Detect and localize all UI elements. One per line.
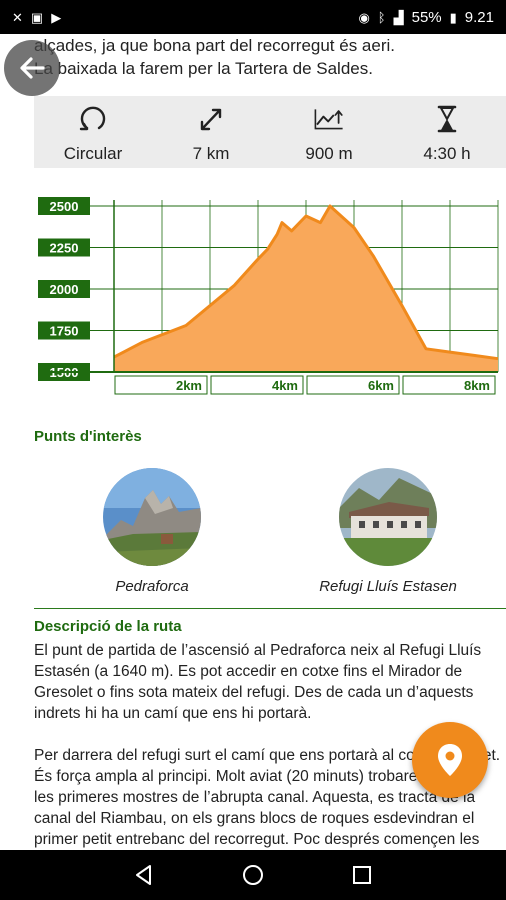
map-location-fab[interactable] — [412, 722, 488, 798]
x-tick-label: 2km — [176, 378, 202, 393]
location-pin-icon — [438, 744, 462, 776]
mountain-photo-icon — [103, 468, 201, 566]
route-stats: Circular 7 km 900 m 4:30 h — [34, 96, 506, 168]
poi-card-pedraforca[interactable]: Pedraforca — [62, 468, 242, 595]
signal-icon: ▟ — [393, 9, 404, 25]
status-left: ✕ ▣ ▶ — [12, 11, 61, 24]
stat-label: 900 m — [305, 144, 353, 163]
x-tick-label: 4km — [272, 378, 298, 393]
refuge-photo-icon — [339, 468, 437, 566]
back-button[interactable] — [4, 40, 60, 96]
stat-type: Circular — [34, 96, 152, 168]
x-tick-label: 8km — [464, 378, 490, 393]
stat-duration: 4:30 h — [388, 96, 506, 168]
y-tick-label: 2250 — [50, 241, 79, 256]
gallery-icon: ▣ — [30, 9, 44, 25]
y-tick-label: 2000 — [50, 282, 79, 297]
system-nav-bar — [0, 850, 506, 900]
stat-distance: 7 km — [152, 96, 270, 168]
bluetooth-icon: ᛒ — [377, 9, 386, 25]
x-tick-label: 6km — [368, 378, 394, 393]
description-paragraph: El punt de partida de l’ascensió al Pedr… — [34, 642, 482, 722]
distance-icon — [200, 108, 222, 131]
intro-line: alçades, ja que bona part del recorregut… — [34, 36, 396, 55]
youtube-icon: ▶ — [51, 9, 62, 25]
section-divider — [34, 608, 506, 609]
y-tick-label: 2500 — [50, 199, 79, 214]
description-title: Descripció de la ruta — [34, 618, 182, 635]
battery-percent: 55% — [411, 8, 442, 26]
poi-photo-pedraforca — [103, 468, 201, 566]
poi-card-refugi[interactable]: Refugi Lluís Estasen — [298, 468, 478, 595]
stat-elevation: 900 m — [270, 96, 388, 168]
battery-icon: ▮ — [449, 9, 457, 25]
loop-icon — [79, 106, 106, 131]
poi-name: Refugi Lluís Estasen — [319, 578, 457, 595]
back-nav-icon[interactable] — [132, 863, 156, 887]
stat-label: 4:30 h — [423, 144, 471, 163]
status-right: ◉ ᛒ ▟ 55% ▮ 9.21 — [358, 9, 494, 26]
scroll-content[interactable]: alçades, ja que bona part del recorregut… — [0, 34, 506, 850]
hourglass-icon — [437, 105, 457, 133]
poi-section-title: Punts d'interès — [34, 428, 142, 445]
tools-icon: ✕ — [12, 9, 23, 25]
hotspot-icon: ◉ — [358, 9, 370, 25]
intro-line: La baixada la farem per la Tartera de Sa… — [34, 59, 373, 78]
y-tick-label: 1750 — [50, 324, 79, 339]
elevation-icon — [314, 109, 343, 130]
clock: 9.21 — [464, 8, 494, 26]
poi-name: Pedraforca — [115, 578, 189, 595]
status-bar: ✕ ▣ ▶ ◉ ᛒ ▟ 55% ▮ 9.21 — [0, 0, 506, 34]
poi-photo-refugi — [339, 468, 437, 566]
recents-nav-icon[interactable] — [350, 863, 374, 887]
stat-label: Circular — [63, 144, 123, 163]
home-nav-icon[interactable] — [241, 863, 265, 887]
stat-label: 7 km — [192, 144, 230, 163]
intro-text: alçades, ja que bona part del recorregut… — [34, 34, 494, 80]
elevation-profile-chart: 150017502000225025002km 4km 6km 8km — [38, 197, 499, 395]
back-arrow-icon — [20, 57, 45, 79]
